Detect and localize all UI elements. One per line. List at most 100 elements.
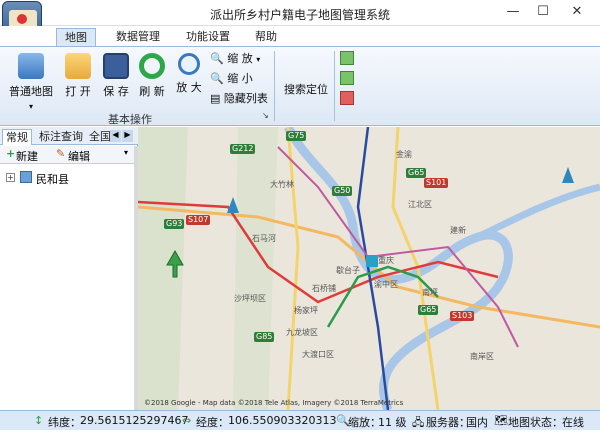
tab-general[interactable]: 常规 [2, 129, 32, 145]
label-jiulongpo: 九龙坡区 [286, 328, 318, 337]
longitude-value: 106.550903320313 [228, 414, 337, 427]
server-value: 国内 [466, 416, 488, 429]
shield-g50: G50 [332, 186, 353, 196]
zoom-in-label: 放 大 [176, 81, 202, 94]
shield-s101: S101 [424, 178, 449, 188]
tab-scroll-left-icon[interactable]: ◀ [110, 130, 121, 142]
river-branch [476, 183, 600, 241]
map-state-icon: 🗺 [494, 414, 508, 427]
green-area [138, 127, 188, 410]
label-dadukou: 大渡口区 [302, 350, 334, 359]
zoom-in-button[interactable]: 放 大 [172, 53, 206, 95]
tab-settings[interactable]: 功能设置 [178, 28, 238, 46]
server-icon: 🖧 [412, 416, 425, 429]
zoom-in-icon [178, 53, 200, 75]
tree-root-item[interactable]: 民和县 [36, 171, 69, 187]
left-panel: 常规 标注查询 全国 ◀ ▶ + 新建 ✎ 编辑 ▾ + 民和县 [0, 127, 138, 410]
label-chongqing: 重庆 [378, 256, 394, 265]
shield-g75: G75 [286, 131, 307, 141]
tree-expand-icon[interactable]: + [6, 173, 15, 182]
close-button[interactable]: ✕ [566, 3, 588, 21]
latitude-label: 纬度： [48, 416, 81, 429]
panel-toolbar: + 新建 ✎ 编辑 ▾ [0, 146, 138, 164]
layer-delete-icon[interactable] [340, 91, 354, 105]
map-state-value: 在线 [562, 416, 584, 429]
label-yuzhong: 渝中区 [374, 280, 398, 289]
edit-button[interactable]: 编辑 [68, 148, 90, 164]
floppy-disk-icon [103, 53, 129, 79]
label-jinyu: 金渝 [396, 150, 412, 159]
shield-g93: G93 [164, 219, 185, 229]
list-icon: ▤ [210, 92, 221, 105]
map-canvas [138, 127, 600, 410]
longitude-label: 经度： [196, 416, 229, 429]
search-locate-button[interactable]: 搜索定位 [282, 81, 330, 97]
shield-g65b: G65 [418, 305, 439, 315]
folder-icon [65, 53, 91, 79]
save-label: 保 存 [103, 85, 129, 98]
zoom-out-button[interactable]: 🔍 缩 小 [210, 71, 253, 87]
map-view[interactable]: G75 G212 G50 G65 G85 G93 S107 S101 S103 … [138, 127, 600, 410]
panel-tabs: 常规 标注查询 全国 ◀ ▶ [0, 127, 138, 145]
label-jianxin: 建新 [450, 226, 466, 235]
globe-map-icon [18, 53, 44, 79]
title-bar: 派出所乡村户籍电子地图管理系统 — ☐ ✕ [0, 0, 600, 41]
label-nanping: 南坪 [422, 288, 438, 297]
label-yangjiaping: 杨家坪 [294, 306, 318, 315]
blue-pin-marker[interactable] [562, 167, 574, 183]
shield-s103: S103 [450, 311, 475, 321]
hide-list-button[interactable]: ▤ 隐藏列表 [210, 91, 268, 107]
scale-label: 缩 放 [227, 52, 253, 65]
open-button[interactable]: 打 开 [62, 53, 94, 99]
search-locate-label: 搜索定位 [284, 83, 328, 96]
hide-list-label: 隐藏列表 [223, 92, 268, 105]
layer-edit-icon[interactable] [340, 71, 354, 85]
river [283, 127, 513, 410]
label-xietaizi: 歇台子 [336, 266, 360, 275]
latitude-value: 29.5615125297467 [80, 414, 189, 427]
magnifier-icon: 🔍 [210, 52, 224, 65]
basemap-button[interactable]: 普通地图▾ [8, 53, 54, 112]
label-shapingba: 沙坪坝区 [234, 294, 266, 303]
zoom-value: 11 级 [378, 416, 407, 429]
zoom-out-icon: 🔍 [210, 72, 224, 85]
shield-g85: G85 [254, 332, 275, 342]
layer-add-icon[interactable] [340, 51, 354, 65]
scale-button[interactable]: 🔍 缩 放 ▾ [210, 51, 260, 67]
shield-s107: S107 [186, 215, 211, 225]
map-state-label: 地图状态： [508, 416, 563, 429]
metro-pink [277, 146, 519, 348]
label-shimahe: 石马河 [252, 234, 276, 243]
server-label: 服务器： [426, 416, 470, 429]
latitude-icon: ↕ [34, 414, 44, 427]
minimize-button[interactable]: — [502, 3, 524, 21]
basemap-label: 普通地图 [9, 85, 53, 98]
group-basic-ops-label: 基本操作 [108, 113, 152, 126]
refresh-button[interactable]: 刷 新 [136, 53, 168, 99]
label-nanan: 南岸区 [470, 352, 494, 361]
highway-2 [286, 127, 300, 410]
group-expand-icon[interactable]: ↘ [262, 111, 269, 120]
label-shiqiaopu: 石桥铺 [312, 284, 336, 293]
new-button[interactable]: 新建 [16, 148, 38, 164]
edit-icon: ✎ [56, 147, 66, 160]
tab-map[interactable]: 地图 [56, 28, 96, 46]
refresh-label: 刷 新 [139, 85, 165, 98]
toolbar-dropdown-icon[interactable]: ▾ [124, 148, 128, 157]
center-marker[interactable] [366, 255, 378, 267]
menu-bar: 地图 数据管理 功能设置 帮助 [0, 26, 600, 46]
save-button[interactable]: 保 存 [100, 53, 132, 99]
zoom-out-label: 缩 小 [227, 72, 253, 85]
tab-scroll-right-icon[interactable]: ▶ [122, 130, 133, 142]
label-jiangbei: 江北区 [408, 200, 432, 209]
shield-g65: G65 [406, 168, 427, 178]
zoom-label: 缩放： [348, 416, 381, 429]
status-bar: ↕ 纬度： 29.5615125297467 ⇔ 经度： 106.5509033… [0, 410, 600, 430]
shield-g212: G212 [230, 144, 256, 154]
tab-marker-query[interactable]: 标注查询 [36, 129, 86, 145]
map-copyright: ©2018 Google - Map data ©2018 Tele Atlas… [144, 399, 404, 407]
tab-data-management[interactable]: 数据管理 [108, 28, 168, 46]
maximize-button[interactable]: ☐ [532, 3, 554, 21]
county-node-icon [20, 171, 32, 183]
tab-help[interactable]: 帮助 [246, 28, 286, 46]
